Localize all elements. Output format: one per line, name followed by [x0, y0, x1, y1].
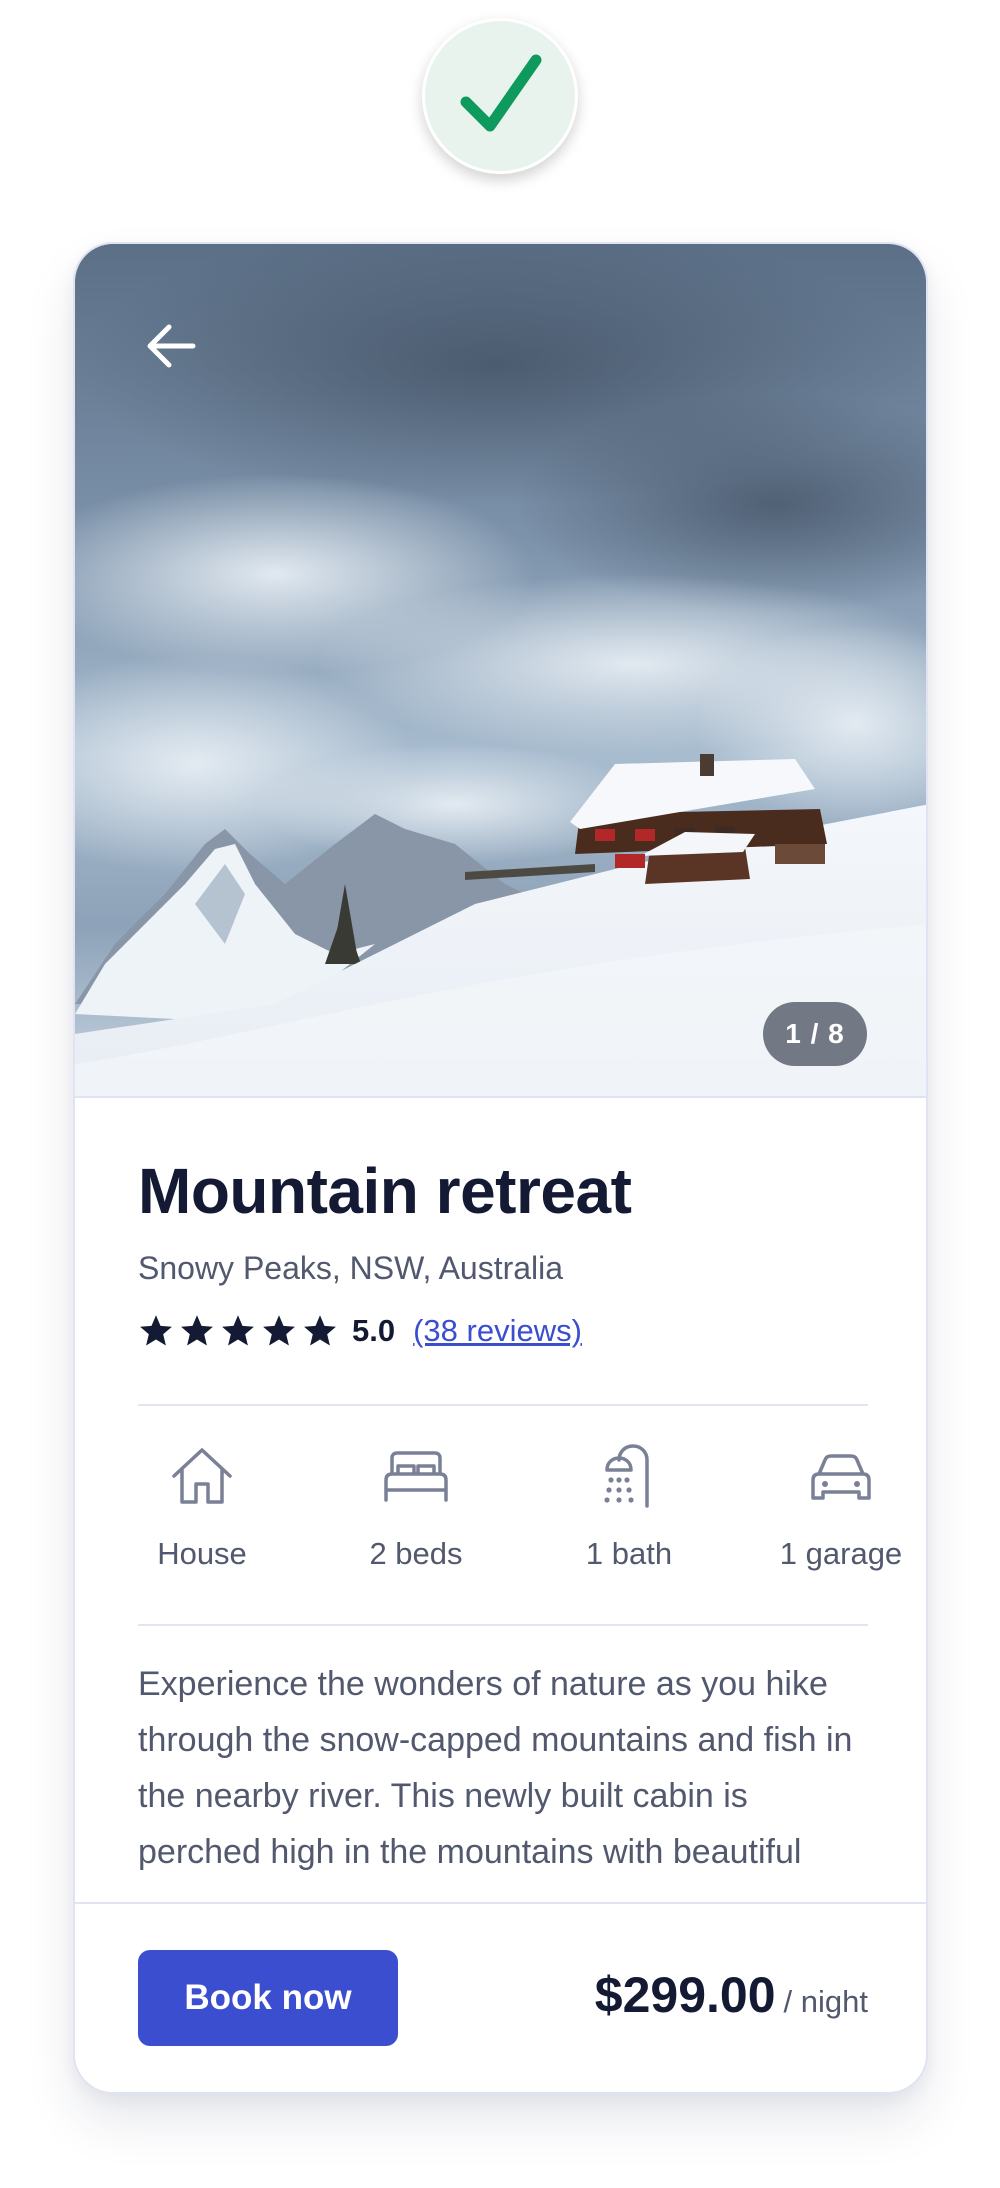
amenities-list: House 2 beds 1 bath 1 garage: [138, 1440, 902, 1600]
star-icon: [140, 1315, 172, 1346]
checkmark-icon: [460, 54, 542, 132]
bed-icon: [384, 1451, 448, 1502]
divider: [138, 1624, 868, 1626]
star-icon: [181, 1315, 213, 1346]
divider: [138, 1404, 868, 1406]
star-icon: [222, 1315, 254, 1346]
amenity-label: 1 garage: [779, 1536, 903, 1571]
amenity-label: 2 beds: [369, 1536, 463, 1571]
amenity-garage: 1 garage: [756, 1440, 926, 1572]
arrow-left-icon: [147, 324, 196, 368]
star-icon: [304, 1315, 336, 1346]
price-value: $299.00: [594, 1967, 776, 2023]
listing-card: 1 / 8 Mountain retreat Snowy Peaks, NSW,…: [73, 242, 928, 2094]
shower-icon: [604, 1444, 649, 1508]
divider: [75, 1096, 926, 1098]
back-button[interactable]: [133, 308, 209, 384]
listing-title: Mountain retreat: [138, 1155, 632, 1227]
car-icon: [811, 1454, 871, 1500]
price-unit: / night: [783, 1984, 868, 2019]
star-icon: [263, 1315, 295, 1346]
photo-counter: 1 / 8: [763, 1002, 867, 1066]
amenity-house: House: [117, 1440, 287, 1572]
reviews-link[interactable]: (38 reviews): [413, 1313, 582, 1349]
rating-score: 5.0: [352, 1313, 396, 1348]
amenity-label: House: [157, 1536, 247, 1571]
amenity-bath: 1 bath: [544, 1440, 714, 1572]
price-display: $299.00 / night: [595, 1966, 868, 2024]
success-badge: [422, 18, 578, 174]
listing-location: Snowy Peaks, NSW, Australia: [138, 1250, 564, 1286]
booking-footer: Book now $299.00 / night: [75, 1902, 926, 2092]
amenity-beds: 2 beds: [331, 1440, 501, 1572]
house-icon: [172, 1448, 232, 1504]
amenity-label: 1 bath: [585, 1536, 673, 1571]
rating-row: 5.0 (38 reviews): [138, 1310, 582, 1352]
listing-description: Experience the wonders of nature as you …: [138, 1665, 853, 1871]
star-rating: [138, 1313, 338, 1349]
listing-photo[interactable]: 1 / 8: [75, 244, 926, 1096]
book-now-button[interactable]: Book now: [138, 1950, 398, 2046]
